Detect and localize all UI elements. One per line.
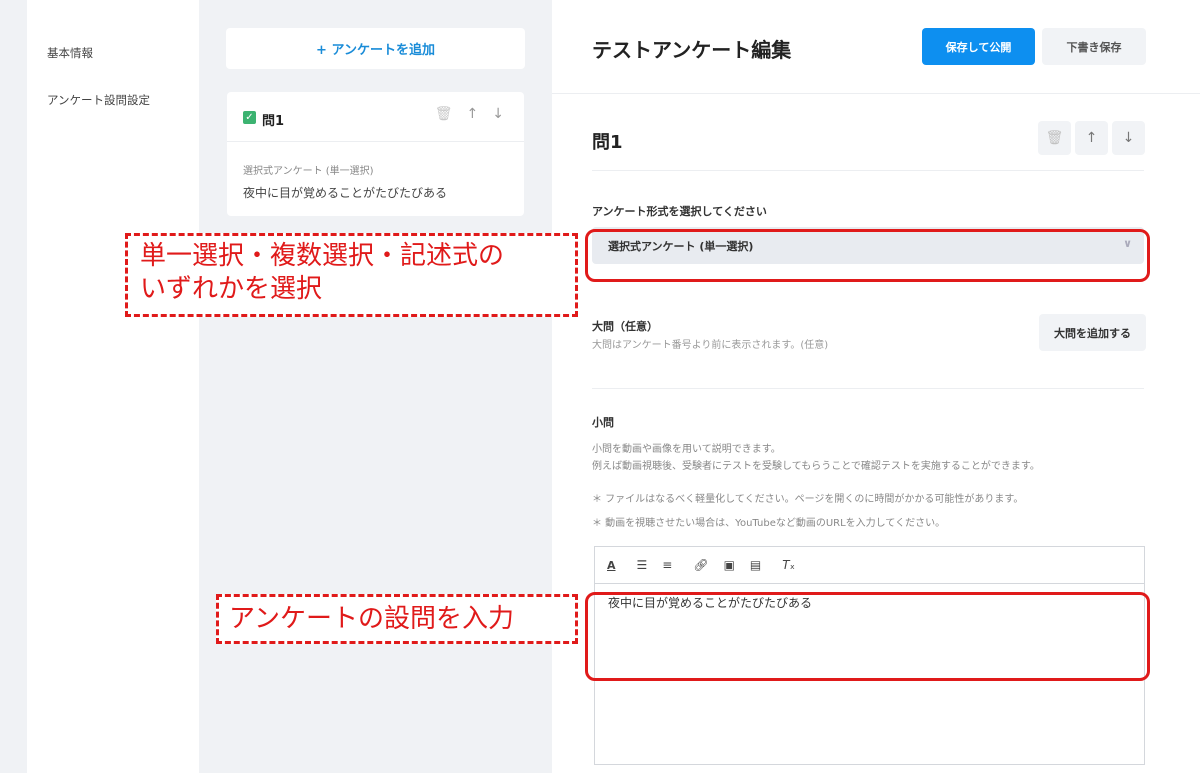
arrow-up-icon[interactable]: ↑ [467, 107, 479, 121]
move-down-icon[interactable]: ↓ [1112, 121, 1145, 155]
add-question-button[interactable]: + アンケートを追加 [226, 28, 525, 69]
save-and-publish-button[interactable]: 保存して公開 [922, 28, 1035, 65]
arrow-down-icon[interactable]: ↓ [492, 107, 504, 121]
divider [592, 388, 1144, 389]
question-card-type: 選択式アンケート (単一選択) [243, 166, 374, 177]
section-description: 大問はアンケート番号より前に表示されます。(任意) [592, 340, 829, 351]
save-draft-button[interactable]: 下書き保存 [1042, 28, 1146, 65]
add-section-button[interactable]: 大問を追加する [1039, 314, 1146, 351]
text-color-icon[interactable]: A [607, 560, 616, 571]
checkbox-icon[interactable]: ✓ [243, 111, 256, 124]
question-card[interactable]: ✓ 問1 🗑︎ ↑ ↓ 選択式アンケート (単一選択) 夜中に目が覚めることがた… [227, 92, 524, 216]
image-icon[interactable]: ▣ [724, 559, 735, 571]
sub-question-desc-2: 例えば動画視聴後、受験者にテストを受験してもらうことで確認テストを実施することが… [592, 461, 1040, 472]
nav-item-basic-info[interactable]: 基本情報 [47, 45, 93, 61]
annotation-input-note: アンケートの設問を入力 [216, 594, 578, 644]
sub-question-title: 小問 [592, 416, 614, 429]
annotation-ring-input [585, 592, 1150, 681]
page-title: テストアンケート編集 [592, 38, 792, 62]
section-title: 大問（任意） [592, 320, 658, 333]
delete-question-icon[interactable]: 🗑︎ [1038, 121, 1071, 155]
clear-format-icon[interactable]: Tₓ [782, 559, 795, 571]
left-nav: 基本情報 アンケート設問設定 [27, 0, 199, 773]
file-note: ＊ ファイルはなるべく軽量化してください。ページを開くのに時間がかかる可能性があ… [592, 494, 1024, 505]
question-card-title: 問1 [262, 114, 285, 129]
format-label: アンケート形式を選択してください [592, 205, 767, 218]
annotation-select-line2: いずれかを選択 [140, 273, 323, 304]
editor-toolbar: A ☰ ≡ 🔗︎ ▣ ▤ Tₓ [595, 547, 1144, 584]
ordered-list-icon[interactable]: ☰ [637, 559, 648, 571]
nav-item-question-settings[interactable]: アンケート設問設定 [47, 92, 150, 108]
bullet-list-icon[interactable]: ≡ [662, 559, 672, 571]
trash-icon[interactable]: 🗑︎ [435, 107, 453, 121]
header-divider [552, 93, 1200, 94]
annotation-select-line1: 単一選択・複数選択・記述式の [140, 241, 505, 271]
question-card-header: ✓ 問1 🗑︎ ↑ ↓ [227, 92, 524, 142]
divider [592, 170, 1144, 171]
video-note: ＊ 動画を視聴させたい場合は、YouTubeなど動画のURLを入力してください。 [592, 518, 946, 529]
question-card-text: 夜中に目が覚めることがたびたびある [243, 186, 448, 200]
link-icon[interactable]: 🔗︎ [693, 559, 708, 571]
annotation-ring-select [585, 229, 1150, 282]
move-up-icon[interactable]: ↑ [1075, 121, 1108, 155]
video-icon[interactable]: ▤ [750, 559, 761, 571]
annotation-select-note: 単一選択・複数選択・記述式の いずれかを選択 [125, 233, 578, 317]
sub-question-desc-1: 小問を動画や画像を用いて説明できます。 [592, 444, 781, 455]
question-title: 問1 [592, 132, 623, 153]
